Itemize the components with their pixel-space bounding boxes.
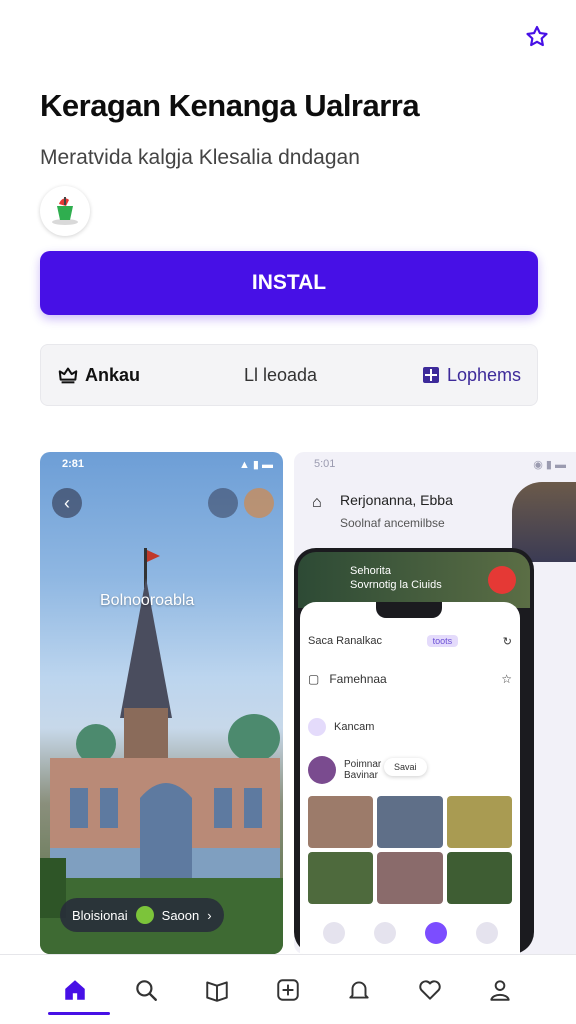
phone-top-sub: Sovrnotig la Ciuids <box>350 579 442 592</box>
toast: Savai <box>384 758 427 776</box>
row2-sub: Bavinar <box>344 770 378 781</box>
photo-tile <box>446 796 512 848</box>
category-label: Lophems <box>446 364 521 385</box>
header-subtitle: Soolnaf ancemilbse <box>340 516 445 530</box>
avatar-icon <box>308 718 326 736</box>
tab-profile[interactable] <box>480 970 520 1010</box>
nav-dot <box>373 922 396 944</box>
phone-top-title: Sehorita <box>350 565 391 577</box>
photo-tile <box>446 852 512 904</box>
row-label: Kancam <box>334 721 375 733</box>
favorites-icon <box>418 979 441 1000</box>
search-box-icon: ▢ <box>308 672 320 686</box>
status-time: 5:01 <box>314 458 336 470</box>
overlay-label: Bolnooroabla <box>100 592 195 609</box>
status-icons: ◉ ▮ ▬ <box>533 459 566 471</box>
phone-row: Kancam <box>308 714 512 740</box>
screenshot-2[interactable]: 5:01 ◉ ▮ ▬ ⌂ Rerjonanna, Ebba Soolnaf an… <box>294 452 576 954</box>
active-tab-indicator <box>48 1012 110 1015</box>
header-title: Rerjonanna, Ebba <box>340 492 453 508</box>
pill-right-label: Saoon <box>161 907 200 923</box>
phone-nav <box>308 918 512 948</box>
screenshot-carousel[interactable]: 2:81 ▲ ▮ ▬ ‹ Bolnooroabla Bloisionai Sao… <box>40 452 576 954</box>
tab-home[interactable] <box>55 970 95 1010</box>
phone-app-header: Saca Ranalkac toots ↻ <box>308 628 512 654</box>
tab-library[interactable] <box>197 970 237 1010</box>
photo-tile <box>377 796 443 848</box>
nav-dot-active <box>424 922 447 944</box>
reviews-item[interactable]: Ll leoada <box>244 365 317 386</box>
profile-icon <box>490 979 511 1001</box>
phone-mockup: Sehorita Sovrnotig la Ciuids Saca Ranalk… <box>294 548 534 954</box>
record-button[interactable] <box>244 488 274 518</box>
back-button[interactable]: ‹ <box>52 488 82 518</box>
info-bar: Ankau Ll leoada Lophems <box>40 344 538 406</box>
tab-notifications[interactable] <box>339 970 379 1010</box>
star-icon: ☆ <box>501 672 512 686</box>
add-icon <box>277 978 299 1001</box>
rating-item[interactable]: Ankau <box>57 364 140 386</box>
globe-icon <box>135 906 154 924</box>
photo-tile <box>377 852 443 904</box>
favorite-star-icon[interactable] <box>524 24 550 50</box>
status-bar: 5:01 ◉ ▮ ▬ <box>314 458 566 471</box>
chevron-icon: › <box>207 907 212 923</box>
home-icon: ⌂ <box>312 494 322 511</box>
photo-tile <box>308 796 374 848</box>
library-icon <box>206 980 228 1002</box>
notch <box>376 602 442 618</box>
grid-icon <box>422 367 439 383</box>
crown-icon <box>58 367 78 384</box>
location-pill[interactable]: Bloisionai Saoon › <box>60 898 224 932</box>
status-time: 2:81 <box>62 458 85 470</box>
phone-header: Sehorita Sovrnotig la Ciuids <box>298 552 530 608</box>
nav-dot <box>475 922 498 944</box>
rating-label: Ankau <box>85 364 141 385</box>
home-icon <box>65 979 86 1000</box>
app-icon <box>40 186 90 236</box>
phone-screen: Saca Ranalkac toots ↻ ▢ Famehnaa ☆ Kanca… <box>300 602 520 954</box>
chip-label: toots <box>426 635 459 647</box>
photo-tile <box>308 852 374 904</box>
tab-favorites[interactable] <box>410 970 450 1010</box>
tab-search[interactable] <box>126 970 166 1010</box>
app-subtitle: Meratvida kalgja Klesalia dndagan <box>40 146 360 169</box>
photo-grid <box>308 796 512 904</box>
app-title: Keragan Kenanga Ualrarra <box>40 88 420 123</box>
refresh-icon: ↻ <box>502 635 512 648</box>
install-button[interactable]: INSTAL <box>40 251 538 315</box>
phone-search: ▢ Famehnaa ☆ <box>308 664 512 694</box>
notifications-icon <box>349 980 369 999</box>
search-icon <box>136 979 158 1001</box>
avatar <box>308 756 336 784</box>
status-icons: ▲ ▮ ▬ <box>238 459 273 471</box>
nav-dot <box>322 922 345 944</box>
record-icon <box>488 566 516 594</box>
category-item[interactable]: Lophems <box>421 365 521 386</box>
screenshot-1[interactable]: 2:81 ▲ ▮ ▬ ‹ Bolnooroabla Bloisionai Sao… <box>40 452 283 954</box>
search-text: Famehnaa <box>329 672 387 686</box>
phone-app-title: Saca Ranalkac <box>308 635 382 647</box>
reviews-label: Ll leoada <box>243 364 318 385</box>
status-bar: 2:81 ▲ ▮ ▬ <box>62 458 273 471</box>
tab-add[interactable] <box>268 970 308 1010</box>
row2-title: Poimnar <box>344 759 382 770</box>
share-button[interactable] <box>208 488 238 518</box>
pill-left-label: Bloisionai <box>72 907 128 923</box>
